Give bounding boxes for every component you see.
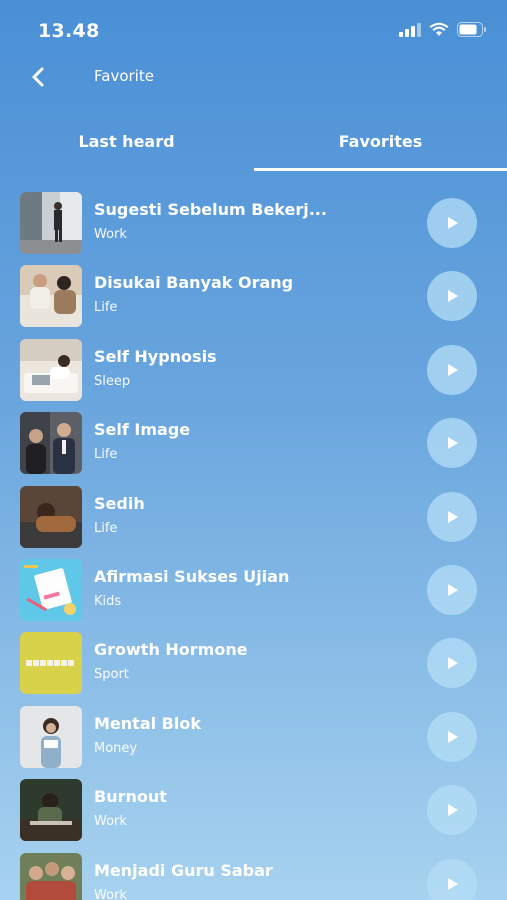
tab-last-heard[interactable]: Last heard: [0, 118, 253, 170]
item-title: Sedih: [94, 493, 145, 513]
play-icon: [448, 877, 458, 890]
signal-icon: [399, 22, 421, 37]
play-icon: [448, 730, 458, 743]
item-title: Mental Blok: [94, 713, 201, 733]
thumbnail-image: [20, 558, 82, 621]
item-title: Sugesti Sebelum Bekerj...: [94, 200, 327, 219]
thumbnail-image: [20, 852, 82, 900]
item-category: Kids: [94, 593, 122, 609]
play-button[interactable]: [427, 491, 477, 542]
list-item[interactable]: Self Hypnosis Sleep: [0, 333, 507, 406]
thumbnail-image: [20, 412, 82, 475]
item-title: Burnout: [94, 787, 167, 807]
header: Favorite: [0, 58, 507, 98]
list-item[interactable]: Self Image Life: [0, 406, 507, 479]
play-button[interactable]: [427, 564, 477, 615]
play-icon: [448, 804, 458, 817]
list-item[interactable]: Menjadi Guru Sabar Work: [0, 847, 507, 900]
list-item[interactable]: Afirmasi Sukses Ujian Kids: [0, 553, 507, 626]
list-item[interactable]: Growth Hormone Sport: [0, 626, 507, 699]
item-category: Money: [94, 740, 138, 756]
play-button[interactable]: [427, 711, 477, 762]
thumbnail-image: [20, 485, 82, 548]
item-category: Life: [94, 300, 118, 316]
thumbnail-image: [20, 265, 82, 328]
active-tab-indicator: [254, 168, 507, 171]
list-item[interactable]: Sugesti Sebelum Bekerj... Work: [0, 186, 507, 259]
thumbnail-image: [20, 192, 82, 254]
item-title: Self Hypnosis: [94, 346, 217, 366]
item-category: Work: [94, 227, 127, 242]
list-item[interactable]: Burnout Work: [0, 773, 507, 846]
thumbnail-image: [20, 705, 82, 768]
thumbnail-image: [20, 779, 82, 842]
tab-favorites[interactable]: Favorites: [254, 118, 507, 170]
item-title: Self Image: [94, 420, 191, 440]
play-icon: [448, 290, 458, 303]
item-title: Afirmasi Sukses Ujian: [94, 566, 290, 586]
play-icon: [448, 217, 458, 229]
thumbnail-image: [20, 338, 82, 401]
status-time: 13.48: [38, 20, 100, 42]
item-category: Work: [94, 814, 127, 830]
item-title: Menjadi Guru Sabar: [94, 860, 273, 880]
play-button[interactable]: [427, 858, 477, 900]
play-button[interactable]: [427, 344, 477, 395]
page-title: Favorite: [94, 67, 154, 85]
tab-bar: Last heard Favorites: [0, 118, 507, 174]
play-button[interactable]: [427, 785, 477, 836]
status-icons: [399, 22, 487, 37]
list-item[interactable]: Sedih Life: [0, 480, 507, 553]
item-title: Disukai Banyak Orang: [94, 273, 294, 293]
item-category: Life: [94, 447, 118, 463]
play-icon: [448, 363, 458, 376]
play-button[interactable]: [427, 198, 477, 248]
list-item[interactable]: Mental Blok Money: [0, 700, 507, 773]
play-icon: [448, 583, 458, 596]
back-button[interactable]: [26, 64, 52, 90]
item-category: Sleep: [94, 373, 131, 389]
item-category: Work: [94, 887, 127, 900]
play-icon: [448, 657, 458, 670]
item-title: Growth Hormone: [94, 640, 248, 660]
play-icon: [448, 437, 458, 450]
wifi-icon: [429, 22, 449, 36]
thumbnail-image: [20, 632, 82, 695]
play-button[interactable]: [427, 271, 477, 322]
status-bar: 13.48: [0, 0, 507, 62]
battery-icon: [457, 22, 486, 37]
item-category: Sport: [94, 667, 129, 683]
chevron-left-icon: [32, 67, 44, 87]
item-category: Life: [94, 520, 118, 536]
favorites-list: Sugesti Sebelum Bekerj... Work Disukai B…: [0, 186, 507, 900]
list-item[interactable]: Disukai Banyak Orang Life: [0, 259, 507, 332]
play-button[interactable]: [427, 418, 477, 469]
play-button[interactable]: [427, 638, 477, 689]
play-icon: [448, 510, 458, 523]
